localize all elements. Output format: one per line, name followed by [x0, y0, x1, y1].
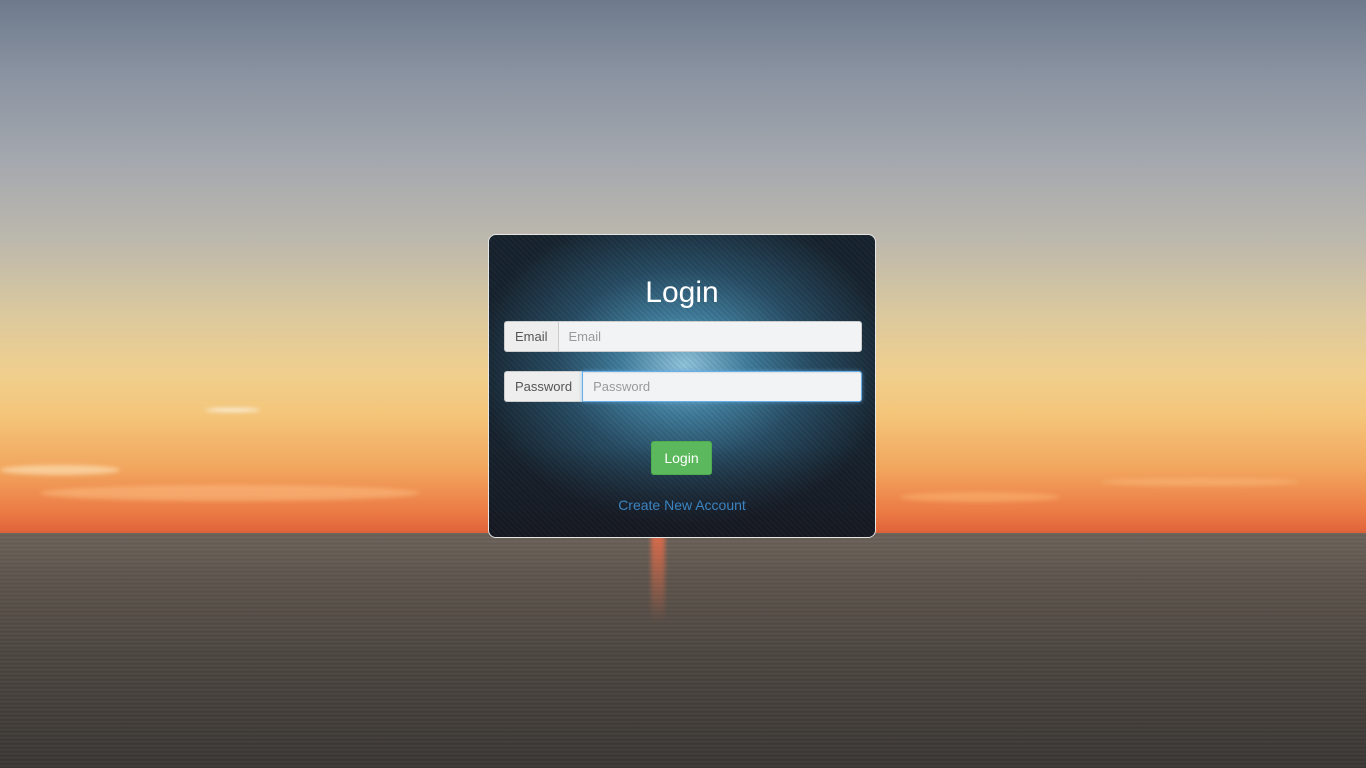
cloud — [1100, 478, 1300, 486]
password-label: Password — [504, 371, 583, 402]
sea-ripples — [0, 533, 1366, 768]
email-input-group: Email — [504, 321, 862, 352]
cloud — [205, 408, 260, 412]
login-title: Login — [645, 276, 719, 309]
cloud — [900, 492, 1060, 502]
login-panel: Login Email Password Login Create New Ac… — [488, 234, 876, 538]
login-button[interactable]: Login — [651, 441, 712, 475]
email-field[interactable] — [557, 321, 862, 352]
cloud — [40, 485, 420, 501]
sun-reflection — [651, 533, 665, 623]
cloud — [0, 465, 120, 475]
page-background: Login Email Password Login Create New Ac… — [0, 0, 1366, 768]
create-account-link[interactable]: Create New Account — [489, 497, 875, 513]
password-field[interactable] — [582, 371, 862, 402]
password-input-group: Password — [504, 371, 862, 402]
email-label: Email — [504, 321, 558, 352]
